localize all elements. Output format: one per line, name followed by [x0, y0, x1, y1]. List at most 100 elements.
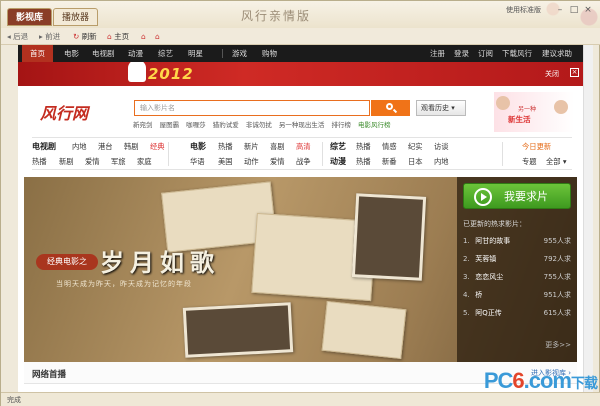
cat-link[interactable]: 内地 — [434, 156, 449, 167]
search-icon — [386, 103, 393, 110]
back-button[interactable]: ◂ 后退 — [7, 30, 28, 43]
divider — [322, 142, 323, 166]
request-movie-button[interactable]: 我要求片 — [463, 183, 571, 209]
nav-tv[interactable]: 电视剧 — [88, 45, 119, 62]
request-panel: 我要求片 已更新的热求影片： 1. 阿甘的故事 955人求 2. 芙蓉镇 792人求… — [457, 177, 577, 362]
download-link[interactable]: 下载风行 — [498, 45, 536, 62]
tab-library[interactable]: 影视库 — [7, 8, 53, 26]
req-name: 阿Q正传 — [475, 309, 502, 317]
req-num: 5. — [463, 309, 470, 317]
cat-link[interactable]: 动作 — [244, 156, 259, 167]
request-item[interactable]: 2. 芙蓉镇 792人求 — [463, 253, 571, 265]
cat-link[interactable]: 华语 — [190, 156, 205, 167]
home-icon[interactable]: ⌂ — [141, 30, 146, 43]
cat-link[interactable]: 爱情 — [270, 156, 285, 167]
cat-link[interactable]: 喜剧 — [270, 141, 285, 152]
scrollbar[interactable] — [583, 45, 593, 392]
hot-word[interactable]: 猎豹试爱 — [213, 121, 239, 129]
hero-subtitle: 当明天成为昨天，昨天成为记忆的年段 — [56, 280, 192, 288]
cat-link[interactable]: 新剧 — [59, 156, 74, 167]
minimize-icon[interactable]: – — [553, 4, 567, 16]
history-button[interactable]: 观看历史 ▾ — [416, 100, 466, 116]
cat-tv-title[interactable]: 电视剧 — [32, 141, 56, 152]
search-button[interactable] — [371, 100, 410, 116]
nav-variety[interactable]: 综艺 — [154, 45, 177, 62]
banner-year: 2012 — [148, 65, 194, 83]
hot-word[interactable]: 咖喱莎 — [186, 121, 206, 129]
request-item[interactable]: 1. 阿甘的故事 955人求 — [463, 235, 571, 247]
cat-anime-title[interactable]: 动漫 — [330, 156, 346, 167]
close-icon[interactable]: × — [570, 68, 579, 77]
close-window-icon[interactable]: × — [581, 4, 595, 16]
hero-banner[interactable]: 经典电影之 岁月如歌 当明天成为昨天，昨天成为记忆的年段 我要求片 已更新的热求… — [24, 177, 577, 362]
cat-variety-title[interactable]: 综艺 — [330, 141, 346, 152]
request-list-title: 已更新的热求影片： — [463, 220, 526, 228]
cat-link[interactable]: 韩剧 — [124, 141, 139, 152]
maximize-icon[interactable]: □ — [567, 4, 581, 16]
forward-button[interactable]: ▸ 前进 — [39, 30, 60, 43]
cat-link[interactable]: 日本 — [408, 156, 423, 167]
app-title: 风行亲情版 — [241, 9, 312, 23]
register-link[interactable]: 注册 — [426, 45, 449, 62]
nav-home[interactable]: 首页 — [22, 45, 53, 62]
standard-version-link[interactable]: 使用标准版 — [506, 5, 541, 15]
nav-star[interactable]: 明星 — [184, 45, 207, 62]
hot-word[interactable]: 屋图霸 — [160, 121, 180, 129]
mascot-icon — [128, 62, 146, 82]
login-link[interactable]: 登录 — [450, 45, 473, 62]
site-logo[interactable]: 风行网 — [40, 100, 88, 124]
cat-link[interactable]: 新片 — [244, 141, 259, 152]
today-update-link[interactable]: 今日更新 — [522, 141, 551, 152]
status-text: 完成 — [7, 396, 21, 404]
cat-link[interactable]: 战争 — [296, 156, 311, 167]
cat-link[interactable]: 经典 — [150, 141, 165, 152]
tab-player[interactable]: 播放器 — [53, 8, 99, 26]
hot-word[interactable]: 另一种现出生活 — [279, 121, 325, 129]
help-link[interactable]: 建议求助 — [538, 45, 576, 62]
cat-link[interactable]: 美国 — [218, 156, 233, 167]
home-icon-alt[interactable]: ⌂ — [155, 30, 160, 43]
subscribe-link[interactable]: 订阅 — [474, 45, 497, 62]
cat-link[interactable]: 新番 — [382, 156, 397, 167]
cat-link[interactable]: 热播 — [356, 141, 371, 152]
cat-link[interactable]: 港台 — [98, 141, 113, 152]
cat-link[interactable]: 高清 — [296, 141, 311, 152]
promo-ad[interactable]: 另一种 新生活 — [494, 92, 574, 132]
refresh-button[interactable]: ↻ 刷新 — [73, 30, 97, 43]
home-button[interactable]: ⌂ 主页 — [107, 30, 129, 43]
hot-word[interactable]: 非诚勿扰 — [246, 121, 272, 129]
req-name: 恋恋风尘 — [475, 273, 504, 281]
cat-link[interactable]: 家庭 — [137, 156, 152, 167]
nav-games[interactable]: 游戏 — [228, 45, 251, 62]
cat-link[interactable]: 访谈 — [434, 141, 449, 152]
nav-movie[interactable]: 电影 — [60, 45, 83, 62]
more-link[interactable]: 更多>> — [545, 340, 571, 350]
request-item[interactable]: 3. 恋恋风尘 755人求 — [463, 271, 571, 283]
cat-movie-title[interactable]: 电影 — [190, 141, 206, 152]
req-num: 4. — [463, 291, 470, 299]
request-item[interactable]: 4. 桥 951人求 — [463, 289, 571, 301]
hot-word[interactable]: 电影风行榜 — [358, 121, 391, 129]
nav-anime[interactable]: 动漫 — [124, 45, 147, 62]
req-name: 阿甘的故事 — [475, 237, 511, 245]
vintage-photo — [351, 193, 427, 281]
cat-link[interactable]: 热播 — [356, 156, 371, 167]
topic-link[interactable]: 专题 — [522, 156, 537, 167]
new-year-banner[interactable]: 2012 关闭 × — [18, 62, 583, 86]
all-link[interactable]: 全部 ▾ — [546, 156, 567, 167]
cat-link[interactable]: 军旅 — [111, 156, 126, 167]
nav-shopping[interactable]: 购物 — [258, 45, 281, 62]
search-input[interactable]: 输入影片名 — [134, 100, 370, 116]
cat-link[interactable]: 纪实 — [408, 141, 423, 152]
request-item[interactable]: 5. 阿Q正传 615人求 — [463, 307, 571, 319]
cat-link[interactable]: 内地 — [72, 141, 87, 152]
cat-link[interactable]: 爱情 — [85, 156, 100, 167]
banner-close-label[interactable]: 关闭 — [545, 69, 559, 79]
hot-word[interactable]: 新宛剑 — [133, 121, 153, 129]
actor-photo — [496, 96, 510, 110]
cat-link[interactable]: 热播 — [32, 156, 47, 167]
hot-word[interactable]: 排行榜 — [331, 121, 351, 129]
req-count: 792人求 — [543, 255, 571, 263]
cat-link[interactable]: 热播 — [218, 141, 233, 152]
cat-link[interactable]: 情感 — [382, 141, 397, 152]
